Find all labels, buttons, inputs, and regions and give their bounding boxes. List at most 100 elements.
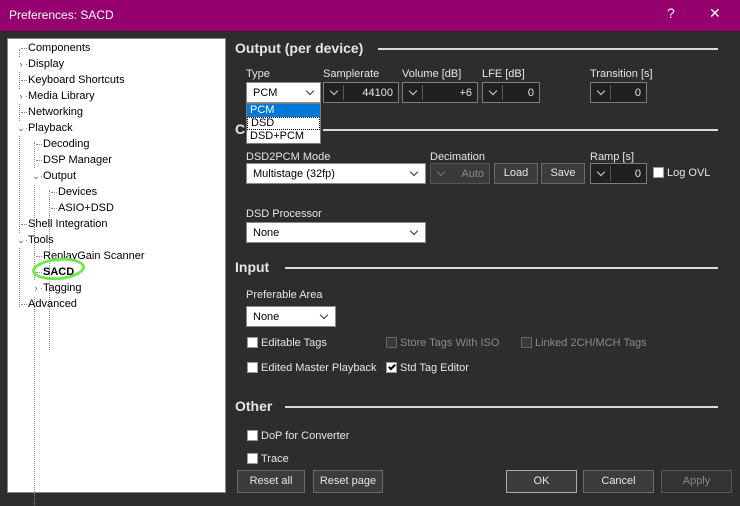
tree-connector xyxy=(51,208,57,209)
dsd2pcm-mode-select[interactable]: Multistage (32fp) xyxy=(246,163,426,184)
tree-item-media-library[interactable]: › Media Library xyxy=(16,89,95,104)
tree-item-display[interactable]: › Display xyxy=(16,57,65,72)
tree-item-label: Devices xyxy=(58,186,98,198)
samplerate-select[interactable]: 44100 xyxy=(323,82,399,103)
transition-value: 0 xyxy=(634,87,641,99)
type-option-pcm[interactable]: PCM xyxy=(247,104,320,117)
section-title-other: Other xyxy=(235,398,273,414)
volume-label: Volume [dB] xyxy=(402,68,462,80)
dsd-processor-select[interactable]: None xyxy=(246,222,426,243)
close-button[interactable]: ✕ xyxy=(709,5,721,22)
tree-connector xyxy=(21,80,27,81)
linked-tags-checkbox[interactable] xyxy=(521,337,532,348)
section-divider xyxy=(323,129,718,131)
dsd2pcm-mode-value: Multistage (32fp) xyxy=(253,168,335,180)
section-title-input: Input xyxy=(235,259,270,275)
tree-item-label: ASIO+DSD xyxy=(58,202,114,214)
tree-item-tools[interactable]: ⌄ Tools xyxy=(16,233,54,248)
chevron-down-icon[interactable]: ⌄ xyxy=(16,121,26,136)
linked-tags-label: Linked 2CH/MCH Tags xyxy=(535,337,647,349)
transition-select[interactable]: 0 xyxy=(590,82,647,103)
separator xyxy=(502,85,503,100)
tree-connector xyxy=(51,192,57,193)
reset-page-button[interactable]: Reset page xyxy=(313,470,383,493)
type-option-dsd[interactable]: DSD xyxy=(247,117,320,130)
title-bar: Preferences: SACD ? ✕ xyxy=(0,0,740,31)
store-tags-label: Store Tags With ISO xyxy=(400,337,500,349)
decimation-select[interactable]: Auto xyxy=(430,163,490,184)
decimation-label: Decimation xyxy=(430,151,486,163)
tree-connector xyxy=(36,160,42,161)
tree-item-label: Playback xyxy=(28,122,73,134)
tree-item-dsp-manager[interactable]: DSP Manager xyxy=(36,153,112,168)
volume-select[interactable]: +6 xyxy=(402,82,478,103)
tree-item-output[interactable]: ⌄ Output xyxy=(31,169,76,184)
tree-item-keyboard-shortcuts[interactable]: Keyboard Shortcuts xyxy=(21,73,125,88)
chevron-down-icon xyxy=(319,310,329,320)
tree-item-label: Display xyxy=(28,58,65,70)
apply-button[interactable]: Apply xyxy=(661,470,732,493)
reset-all-button[interactable]: Reset all xyxy=(237,470,305,493)
separator xyxy=(610,166,611,181)
std-tag-editor-checkbox[interactable] xyxy=(386,362,397,373)
chevron-down-icon xyxy=(436,167,446,177)
checkmark-icon xyxy=(388,362,396,371)
ramp-select[interactable]: 0 xyxy=(590,163,647,184)
ramp-label: Ramp [s] xyxy=(590,151,635,163)
dsd2pcm-mode-label: DSD2PCM Mode xyxy=(246,151,331,163)
log-ovl-checkbox[interactable] xyxy=(653,167,664,178)
edited-master-checkbox[interactable] xyxy=(247,362,258,373)
lfe-select[interactable]: 0 xyxy=(482,82,540,103)
chevron-down-icon xyxy=(329,86,339,96)
chevron-down-icon[interactable]: ⌄ xyxy=(16,233,26,248)
tree-item-label: Media Library xyxy=(28,90,95,102)
edited-master-label: Edited Master Playback xyxy=(261,362,377,374)
preferable-area-value: None xyxy=(253,311,280,323)
dsd-processor-label: DSD Processor xyxy=(246,208,322,220)
section-divider xyxy=(285,267,718,269)
editable-tags-checkbox[interactable] xyxy=(247,337,258,348)
tree-item-components[interactable]: Components xyxy=(21,41,90,56)
tree-connector xyxy=(21,48,27,49)
chevron-right-icon[interactable]: › xyxy=(31,281,41,296)
tree-item-label: Tools xyxy=(28,234,54,246)
tree-item-asio-dsd[interactable]: ASIO+DSD xyxy=(51,201,114,216)
tree-item-shell-integration[interactable]: Shell Integration xyxy=(21,217,108,232)
chevron-down-icon[interactable]: ⌄ xyxy=(31,169,41,184)
tree-connector xyxy=(36,256,42,257)
tree-item-advanced[interactable]: Advanced xyxy=(21,297,77,312)
editable-tags-label: Editable Tags xyxy=(261,337,327,349)
type-select[interactable]: PCM xyxy=(246,82,321,103)
cancel-button[interactable]: Cancel xyxy=(583,470,654,493)
chevron-down-icon xyxy=(409,226,419,236)
separator xyxy=(422,85,423,100)
chevron-down-icon xyxy=(596,86,606,96)
dop-converter-label: DoP for Converter xyxy=(261,430,350,442)
tree-item-decoding[interactable]: Decoding xyxy=(36,137,90,152)
store-tags-checkbox[interactable] xyxy=(386,337,397,348)
trace-checkbox[interactable] xyxy=(247,453,258,464)
tree-item-tagging[interactable]: › Tagging xyxy=(31,281,82,296)
help-button[interactable]: ? xyxy=(667,5,675,21)
chevron-down-icon xyxy=(305,86,315,96)
preferable-area-label: Preferable Area xyxy=(246,289,323,301)
preferable-area-select[interactable]: None xyxy=(246,306,336,327)
lfe-label: LFE [dB] xyxy=(482,68,525,80)
chevron-right-icon[interactable]: › xyxy=(16,57,26,72)
tree-item-label: Decoding xyxy=(43,138,90,150)
save-button[interactable]: Save xyxy=(541,163,585,184)
section-title-conversion: C xyxy=(235,121,246,137)
samplerate-label: Samplerate xyxy=(323,68,380,80)
type-option-dsd-pcm[interactable]: DSD+PCM xyxy=(247,130,320,143)
load-button[interactable]: Load xyxy=(494,163,538,184)
transition-label: Transition [s] xyxy=(590,68,653,80)
tree-item-networking[interactable]: Networking xyxy=(21,105,83,120)
tree-item-devices[interactable]: Devices xyxy=(51,185,98,200)
dop-converter-checkbox[interactable] xyxy=(247,430,258,441)
tree-item-playback[interactable]: ⌄ Playback xyxy=(16,121,73,136)
chevron-right-icon[interactable]: › xyxy=(16,89,26,104)
tree-item-label: Shell Integration xyxy=(28,218,108,230)
ok-button[interactable]: OK xyxy=(506,470,577,493)
volume-value: +6 xyxy=(459,87,472,99)
dsd-processor-value: None xyxy=(253,227,280,239)
